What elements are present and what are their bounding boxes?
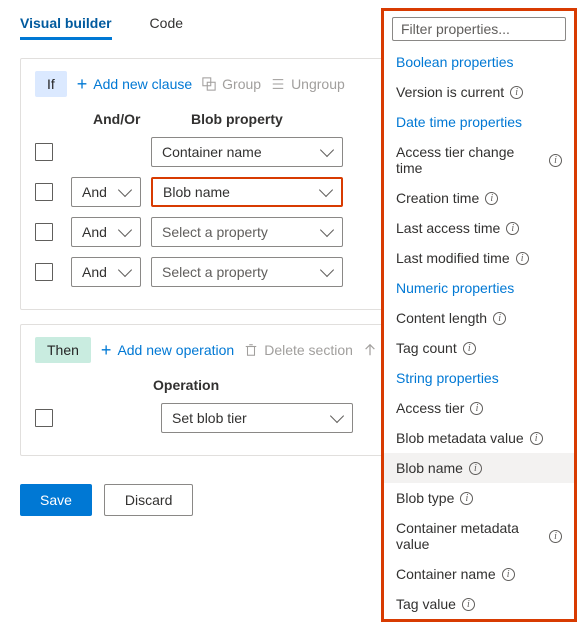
save-button[interactable]: Save bbox=[20, 484, 92, 516]
chevron-down-icon bbox=[118, 183, 132, 197]
property-select-active[interactable]: Blob name bbox=[151, 177, 343, 207]
trash-icon bbox=[244, 343, 258, 357]
property-group-header: Date time properties bbox=[384, 107, 574, 137]
property-option[interactable]: Blob namei bbox=[384, 453, 574, 483]
col-header-operation: Operation bbox=[153, 377, 219, 393]
ungroup-icon bbox=[271, 77, 285, 91]
property-option[interactable]: Tag counti bbox=[384, 333, 574, 363]
filter-properties-input[interactable]: Filter properties... bbox=[392, 17, 566, 41]
info-icon: i bbox=[506, 222, 519, 235]
andor-select[interactable]: And bbox=[71, 257, 141, 287]
property-option[interactable]: Last access timei bbox=[384, 213, 574, 243]
then-pill: Then bbox=[35, 337, 91, 363]
tab-code[interactable]: Code bbox=[150, 15, 183, 40]
property-option[interactable]: Blob typei bbox=[384, 483, 574, 513]
property-option[interactable]: Tag valuei bbox=[384, 589, 574, 619]
andor-select[interactable]: And bbox=[71, 177, 141, 207]
info-icon: i bbox=[549, 530, 562, 543]
add-new-operation-button[interactable]: + Add new operation bbox=[101, 341, 234, 359]
property-option[interactable]: Content lengthi bbox=[384, 303, 574, 333]
row-checkbox[interactable] bbox=[35, 409, 53, 427]
property-select[interactable]: Select a property bbox=[151, 257, 343, 287]
chevron-down-icon bbox=[320, 143, 334, 157]
row-checkbox[interactable] bbox=[35, 223, 53, 241]
info-icon: i bbox=[470, 402, 483, 415]
info-icon: i bbox=[469, 462, 482, 475]
ungroup-button: Ungroup bbox=[271, 76, 345, 92]
property-select[interactable]: Select a property bbox=[151, 217, 343, 247]
chevron-down-icon bbox=[330, 409, 344, 423]
tab-visual-builder[interactable]: Visual builder bbox=[20, 15, 112, 40]
group-button: Group bbox=[202, 76, 261, 92]
chevron-down-icon bbox=[118, 223, 132, 237]
chevron-down-icon bbox=[320, 223, 334, 237]
property-option[interactable]: Access tieri bbox=[384, 393, 574, 423]
property-group-header: Boolean properties bbox=[384, 47, 574, 77]
info-icon: i bbox=[462, 598, 475, 611]
property-dropdown-panel: Filter properties... Boolean propertiesV… bbox=[381, 8, 577, 622]
property-option[interactable]: Last modified timei bbox=[384, 243, 574, 273]
info-icon: i bbox=[530, 432, 543, 445]
chevron-down-icon bbox=[320, 263, 334, 277]
info-icon: i bbox=[502, 568, 515, 581]
move-up-button bbox=[363, 343, 377, 357]
add-new-clause-button[interactable]: + Add new clause bbox=[77, 75, 192, 93]
property-option[interactable]: Version is currenti bbox=[384, 77, 574, 107]
info-icon: i bbox=[463, 342, 476, 355]
property-option[interactable]: Creation timei bbox=[384, 183, 574, 213]
property-option[interactable]: Container namei bbox=[384, 559, 574, 589]
group-icon bbox=[202, 77, 216, 91]
operation-select[interactable]: Set blob tier bbox=[161, 403, 353, 433]
arrow-up-icon bbox=[363, 343, 377, 357]
property-option[interactable]: Access tier change timei bbox=[384, 137, 574, 183]
property-option[interactable]: Container metadata valuei bbox=[384, 513, 574, 559]
property-option[interactable]: Blob metadata valuei bbox=[384, 423, 574, 453]
info-icon: i bbox=[460, 492, 473, 505]
discard-button[interactable]: Discard bbox=[104, 484, 193, 516]
andor-select[interactable]: And bbox=[71, 217, 141, 247]
if-pill: If bbox=[35, 71, 67, 97]
col-header-andor: And/Or bbox=[93, 111, 181, 127]
row-checkbox[interactable] bbox=[35, 183, 53, 201]
info-icon: i bbox=[510, 86, 523, 99]
property-group-header: String properties bbox=[384, 363, 574, 393]
property-group-header: Numeric properties bbox=[384, 273, 574, 303]
property-select[interactable]: Container name bbox=[151, 137, 343, 167]
info-icon: i bbox=[516, 252, 529, 265]
col-header-blob-property: Blob property bbox=[191, 111, 283, 127]
info-icon: i bbox=[493, 312, 506, 325]
chevron-down-icon bbox=[118, 263, 132, 277]
plus-icon: + bbox=[77, 75, 88, 93]
info-icon: i bbox=[485, 192, 498, 205]
delete-section-button: Delete section bbox=[244, 342, 353, 358]
add-clause-label: Add new clause bbox=[93, 76, 192, 92]
info-icon: i bbox=[549, 154, 562, 167]
chevron-down-icon bbox=[319, 183, 333, 197]
row-checkbox[interactable] bbox=[35, 143, 53, 161]
row-checkbox[interactable] bbox=[35, 263, 53, 281]
plus-icon: + bbox=[101, 341, 112, 359]
